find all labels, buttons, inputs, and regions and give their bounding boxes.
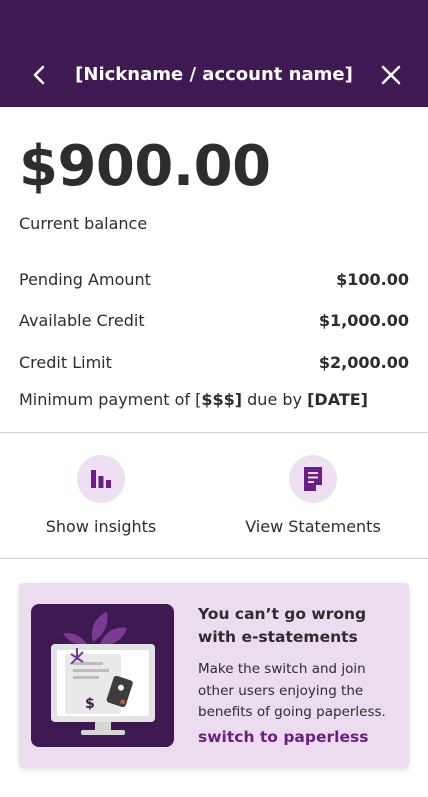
- credit-limit-row: Credit Limit $2,000.00: [19, 350, 409, 374]
- document-icon: [304, 467, 322, 491]
- credit-limit-value: $2,000.00: [318, 352, 409, 372]
- close-icon: [381, 65, 401, 85]
- minimum-payment-amount: $$$]: [201, 390, 243, 409]
- current-balance-amount: $900.00: [19, 134, 271, 199]
- pending-amount-row: Pending Amount $100.00: [19, 267, 409, 291]
- promo-body: Make the switch and join other users enj…: [198, 661, 386, 720]
- insights-icon-circle: [77, 455, 125, 503]
- divider: [0, 558, 428, 559]
- computer-paperless-illustration: $: [31, 604, 174, 747]
- available-credit-value: $1,000.00: [318, 310, 409, 330]
- minimum-payment-text: Minimum payment of [$$$] due by [DATE]: [19, 390, 409, 409]
- minimum-payment-middle: due by: [242, 390, 308, 409]
- switch-to-paperless-link[interactable]: switch to paperless: [198, 728, 368, 746]
- bar-chart-icon: [91, 470, 111, 488]
- app-header: [Nickname / account name]: [0, 0, 428, 107]
- close-button[interactable]: [378, 62, 404, 88]
- back-button[interactable]: [26, 62, 52, 88]
- current-balance-label: Current balance: [19, 214, 148, 233]
- view-statements-button[interactable]: View Statements: [223, 455, 403, 536]
- page-title: [Nickname / account name]: [75, 64, 353, 85]
- pending-amount-label: Pending Amount: [19, 269, 151, 289]
- divider: [0, 432, 428, 433]
- chevron-left-icon: [33, 65, 45, 85]
- available-credit-label: Available Credit: [19, 310, 145, 330]
- credit-limit-label: Credit Limit: [19, 352, 112, 372]
- pending-amount-value: $100.00: [336, 269, 409, 289]
- svg-text:$: $: [85, 696, 95, 712]
- statements-icon-circle: [289, 455, 337, 503]
- available-credit-row: Available Credit $1,000.00: [19, 308, 409, 332]
- view-statements-label: View Statements: [245, 517, 381, 536]
- show-insights-button[interactable]: Show insights: [11, 455, 191, 536]
- show-insights-label: Show insights: [45, 517, 157, 536]
- e-statements-promo-card: $ You can’t go wrong with e-statements M…: [19, 583, 409, 768]
- promo-heading: You can’t go wrong with e-statements: [198, 605, 367, 646]
- minimum-payment-prefix: Minimum payment of [: [19, 390, 202, 409]
- minimum-payment-date: [DATE]: [307, 390, 368, 409]
